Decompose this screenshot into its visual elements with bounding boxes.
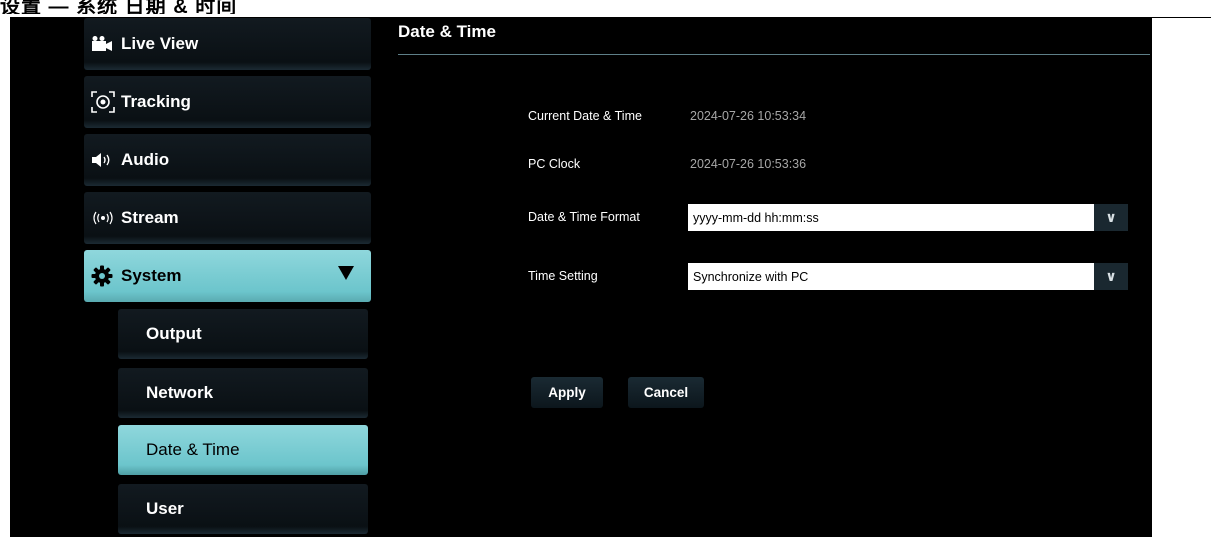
sidebar-item-audio[interactable]: Audio	[84, 134, 371, 186]
sidebar-subitem-output[interactable]: Output	[118, 309, 368, 359]
pc-clock-label: PC Clock	[528, 157, 581, 171]
tracking-target-icon	[91, 90, 121, 114]
sidebar-subitem-label: Network	[146, 383, 214, 402]
expand-triangle-icon	[338, 266, 354, 280]
sidebar-item-label: Live View	[121, 34, 199, 53]
sidebar-item-label: System	[121, 266, 182, 285]
datetime-format-value: yyyy-mm-dd hh:mm:ss	[693, 210, 819, 225]
apply-button[interactable]: Apply	[531, 377, 603, 408]
cancel-button[interactable]: Cancel	[628, 377, 704, 408]
current-datetime-value: 2024-07-26 10:53:34	[690, 109, 807, 123]
time-setting-label: Time Setting	[528, 269, 598, 283]
sidebar-item-label: Stream	[121, 208, 179, 227]
sidebar-subitem-date-time[interactable]: Date & Time	[118, 425, 368, 475]
gear-icon	[91, 264, 121, 288]
speaker-icon	[91, 148, 121, 172]
chevron-down-icon[interactable]: ∨	[1094, 263, 1128, 290]
sidebar-item-system[interactable]: System	[84, 250, 371, 302]
sidebar-item-label: Audio	[121, 150, 170, 169]
page-title: Date & Time	[398, 22, 496, 41]
datetime-format-select[interactable]: yyyy-mm-dd hh:mm:ss ∨	[688, 204, 1128, 231]
sidebar-subitem-label: Date & Time	[146, 440, 240, 459]
sidebar-item-stream[interactable]: Stream	[84, 192, 371, 244]
time-setting-select[interactable]: Synchronize with PC ∨	[688, 263, 1128, 290]
current-datetime-label: Current Date & Time	[528, 109, 642, 123]
time-setting-value: Synchronize with PC	[693, 269, 809, 284]
sidebar-item-label: Tracking	[121, 92, 191, 111]
title-divider	[398, 54, 1150, 55]
pc-clock-value: 2024-07-26 10:53:36	[690, 157, 807, 171]
sidebar-subitem-network[interactable]: Network	[118, 368, 368, 418]
sidebar-item-tracking[interactable]: Tracking	[84, 76, 371, 128]
document-header: 设置 — 系统 日期 & 时间	[0, 0, 420, 14]
sidebar-subitem-label: Output	[146, 324, 202, 343]
datetime-format-label: Date & Time Format	[528, 210, 640, 224]
document-header-text: 设置 — 系统 日期 & 时间	[0, 0, 238, 14]
broadcast-icon	[91, 206, 121, 230]
sidebar-item-live-view[interactable]: Live View	[84, 18, 371, 70]
video-camera-icon	[91, 32, 121, 56]
chevron-down-icon[interactable]: ∨	[1094, 204, 1128, 231]
sidebar-subitem-label: User	[146, 499, 184, 518]
sidebar-subitem-user[interactable]: User	[118, 484, 368, 534]
